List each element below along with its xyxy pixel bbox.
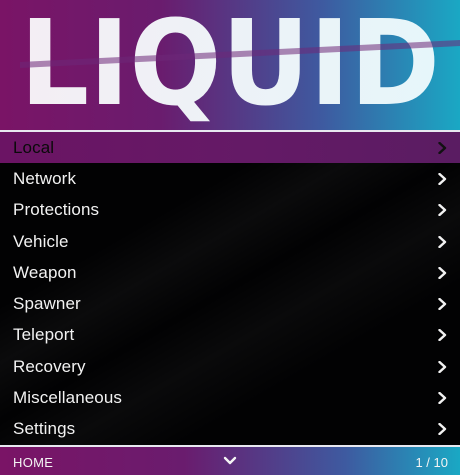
footer-section-label: HOME — [13, 455, 54, 470]
mod-menu: LIQUID Local Network Protections Vehicle — [0, 0, 460, 475]
menu-item-network[interactable]: Network — [0, 163, 460, 194]
menu-item-recovery[interactable]: Recovery — [0, 351, 460, 382]
menu-item-list: Local Network Protections Vehicle Weapon — [0, 132, 460, 445]
menu-item-settings[interactable]: Settings — [0, 414, 460, 445]
menu-item-label: Weapon — [13, 262, 77, 282]
page-indicator: 1 / 10 — [415, 455, 448, 470]
chevron-right-icon — [430, 226, 454, 257]
menu-item-protections[interactable]: Protections — [0, 195, 460, 226]
chevron-right-icon — [430, 132, 454, 163]
chevron-right-icon — [430, 163, 454, 194]
menu-item-vehicle[interactable]: Vehicle — [0, 226, 460, 257]
menu-item-miscellaneous[interactable]: Miscellaneous — [0, 382, 460, 413]
chevron-right-icon — [430, 195, 454, 226]
menu-item-label: Network — [13, 168, 77, 188]
chevron-right-icon — [430, 289, 454, 320]
chevron-down-icon[interactable] — [222, 453, 238, 469]
menu-item-weapon[interactable]: Weapon — [0, 257, 460, 288]
chevron-right-icon — [430, 414, 454, 445]
chevron-right-icon — [430, 257, 454, 288]
menu-item-local[interactable]: Local — [0, 132, 460, 164]
menu-item-label: Local — [13, 137, 55, 157]
menu-item-teleport[interactable]: Teleport — [0, 320, 460, 351]
menu-item-label: Spawner — [13, 294, 81, 314]
menu-item-label: Recovery — [13, 356, 86, 376]
menu-item-label: Teleport — [13, 325, 75, 345]
menu-item-label: Settings — [13, 419, 76, 439]
menu-item-label: Protections — [13, 200, 100, 220]
menu-footer: HOME 1 / 10 — [0, 447, 460, 475]
liquid-logo: LIQUID — [20, 0, 460, 130]
logo-text: LIQUID — [20, 0, 440, 130]
chevron-right-icon — [430, 320, 454, 351]
menu-item-label: Vehicle — [13, 231, 69, 251]
menu-item-spawner[interactable]: Spawner — [0, 288, 460, 319]
menu-item-label: Miscellaneous — [13, 388, 123, 408]
chevron-right-icon — [430, 383, 454, 414]
chevron-right-icon — [430, 351, 454, 382]
menu-header-banner: LIQUID — [0, 0, 460, 130]
